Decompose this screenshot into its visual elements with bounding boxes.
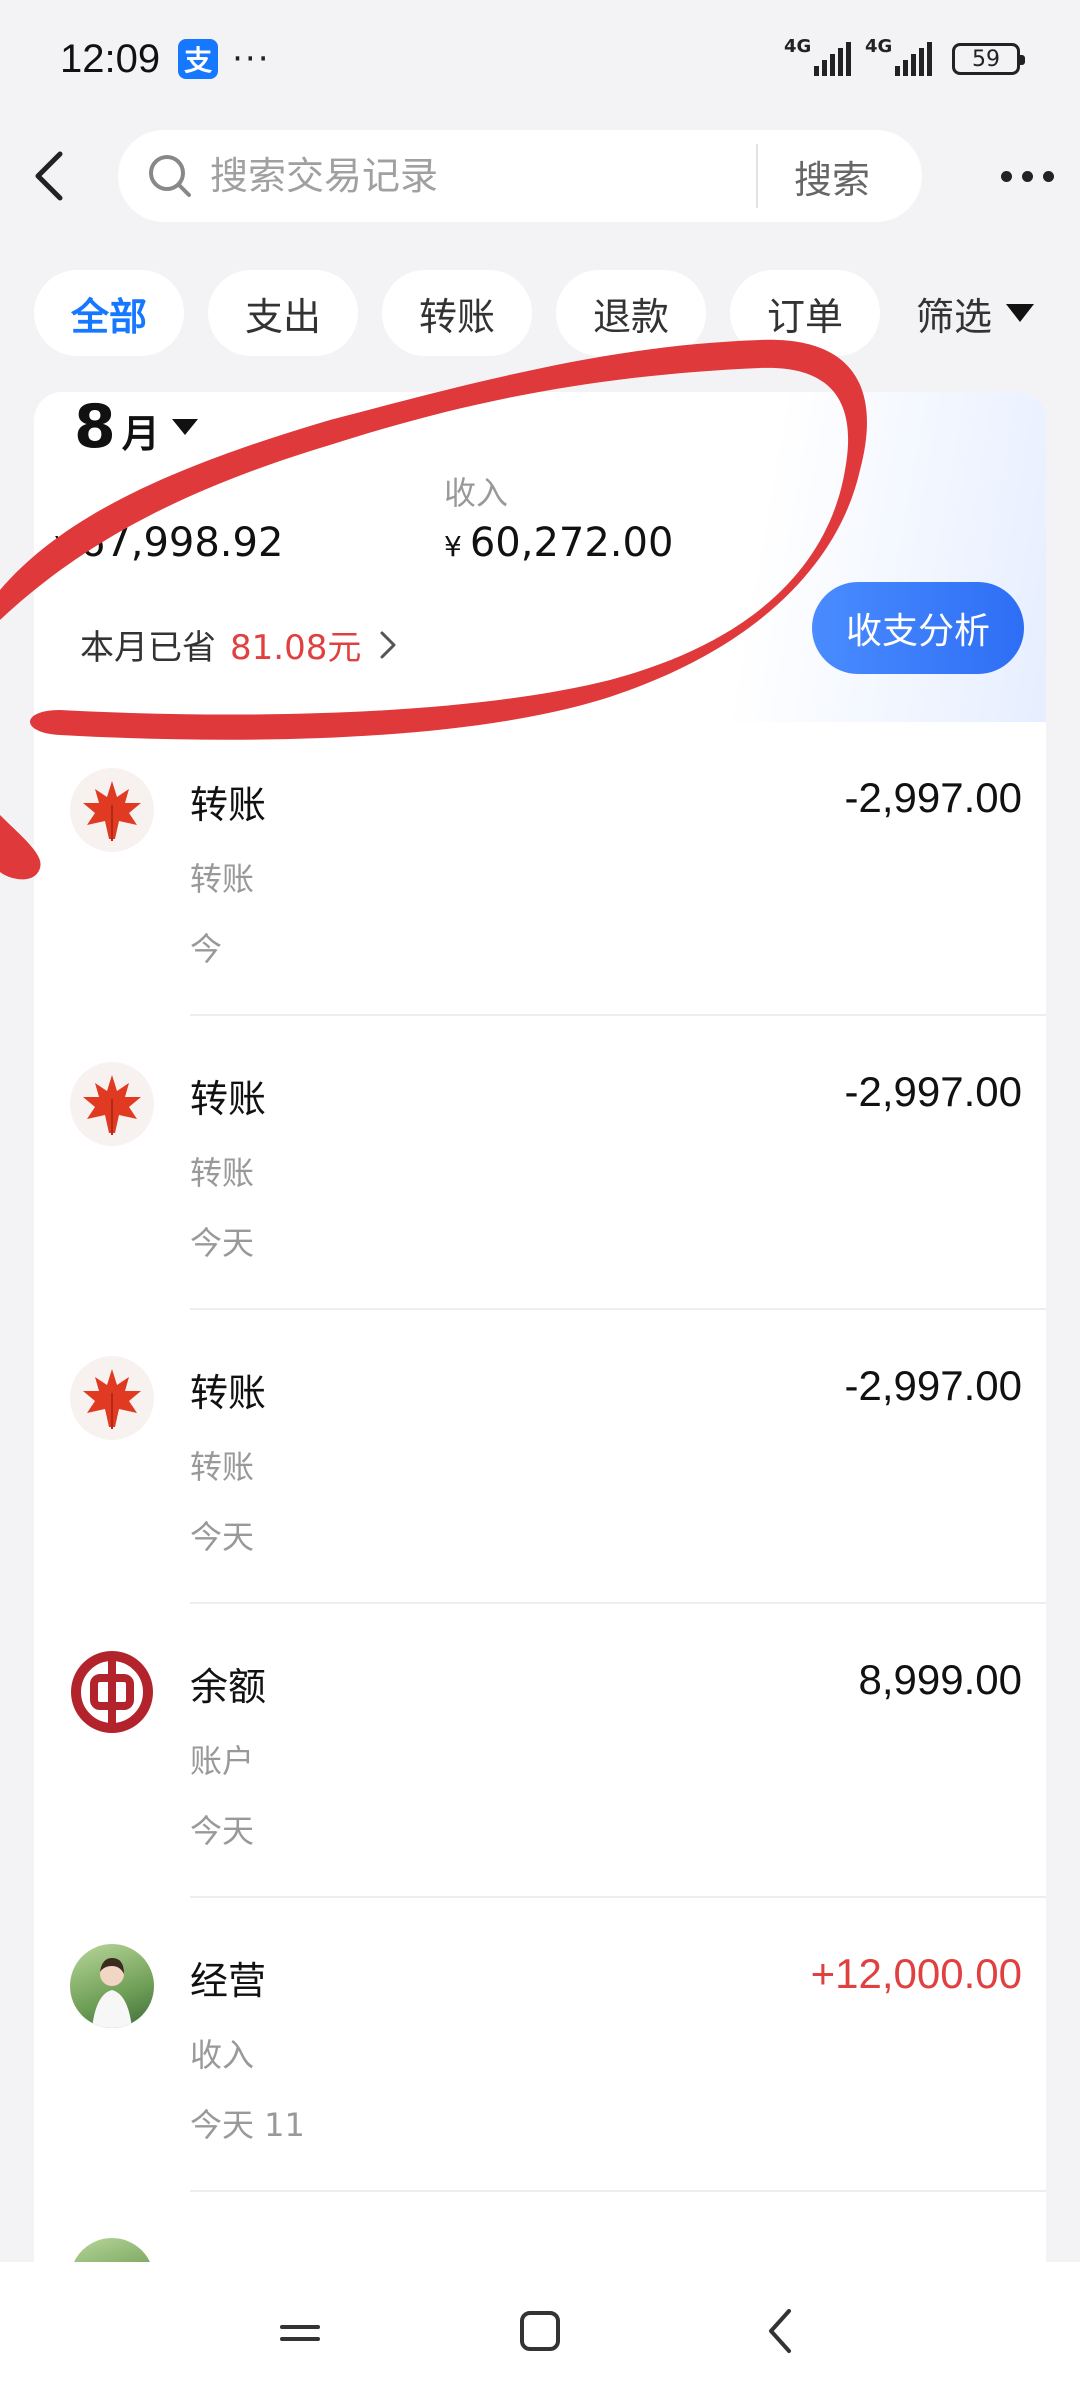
expense-value: 67,998.92 bbox=[79, 520, 284, 566]
system-nav-bar bbox=[0, 2262, 1080, 2400]
menu-nav-button[interactable] bbox=[260, 2291, 340, 2371]
currency-symbol: ¥ bbox=[54, 530, 72, 563]
transaction-row[interactable]: 余额 账户 今天 8,999.00 bbox=[34, 1604, 1046, 1898]
filter-chip-refund[interactable]: 退款 bbox=[556, 270, 706, 356]
filter-dropdown-label: 筛选 bbox=[916, 294, 993, 339]
chevron-right-icon bbox=[379, 630, 397, 660]
home-nav-button[interactable] bbox=[500, 2291, 580, 2371]
maple-leaf-icon bbox=[70, 1062, 154, 1146]
battery-icon: 59 bbox=[952, 43, 1025, 75]
transaction-time: 今天 bbox=[190, 1224, 255, 1262]
month-number: 8 bbox=[74, 392, 116, 462]
saved-label: 本月已省 bbox=[80, 628, 216, 668]
transaction-subtitle: 收入 bbox=[190, 2036, 255, 2074]
search-button[interactable]: 搜索 bbox=[794, 149, 870, 204]
signal-icon: 4G bbox=[784, 36, 851, 76]
back-nav-button[interactable] bbox=[740, 2291, 820, 2371]
notification-more-icon: ··· bbox=[232, 39, 271, 79]
search-input[interactable] bbox=[210, 154, 750, 198]
transaction-row[interactable] bbox=[34, 2192, 1046, 2262]
transaction-amount: +12,000.00 bbox=[810, 1950, 1022, 1997]
status-indicators: 4G 4G 59 bbox=[784, 36, 1025, 76]
person-avatar bbox=[70, 2238, 154, 2262]
transaction-row[interactable]: 转账 转账 今 -2,997.00 bbox=[34, 722, 1046, 1016]
transaction-amount: -2,997.00 bbox=[844, 1068, 1022, 1115]
person-avatar bbox=[70, 1944, 154, 2028]
transaction-row[interactable]: 转账 转账 今天 -2,997.00 bbox=[34, 1310, 1046, 1604]
maple-leaf-icon bbox=[70, 768, 154, 852]
transaction-subtitle: 转账 bbox=[190, 1448, 255, 1486]
transaction-title: 余额 bbox=[190, 1665, 267, 1709]
maple-leaf-icon bbox=[70, 1356, 154, 1440]
filter-chips: 全部 支出 转账 退款 订单 bbox=[34, 270, 880, 356]
search-box[interactable]: 搜索 bbox=[118, 130, 922, 222]
filter-dropdown[interactable]: 筛选 bbox=[916, 270, 1035, 356]
network-type-label: 4G bbox=[784, 36, 812, 57]
transaction-title: 转账 bbox=[190, 1371, 267, 1415]
transaction-title: 经营 bbox=[190, 1959, 267, 2003]
back-arrow-icon bbox=[769, 2309, 791, 2353]
caret-down-icon bbox=[171, 419, 198, 435]
transaction-amount: -2,997.00 bbox=[844, 1362, 1022, 1409]
transaction-subtitle: 账户 bbox=[190, 1742, 255, 1780]
more-options-icon[interactable] bbox=[1001, 170, 1054, 182]
month-unit: 月 bbox=[121, 412, 160, 456]
search-row: 搜索 bbox=[0, 128, 1080, 224]
income-value: 60,272.00 bbox=[469, 520, 674, 566]
home-square-icon bbox=[520, 2311, 560, 2351]
back-arrow-icon bbox=[35, 151, 63, 201]
transaction-title: 转账 bbox=[190, 1077, 267, 1121]
menu-icon bbox=[280, 2325, 320, 2341]
monthly-savings[interactable]: 本月已省 81.08元 bbox=[80, 620, 397, 669]
network-type-label: 4G bbox=[865, 36, 893, 57]
currency-symbol: ¥ bbox=[444, 530, 462, 563]
status-time: 12:09 bbox=[60, 36, 161, 81]
income-label: 收入 bbox=[444, 474, 509, 512]
status-bar: 12:09 支 ··· 4G 4G 59 bbox=[0, 0, 1080, 118]
transaction-time: 今 bbox=[190, 930, 223, 968]
search-icon bbox=[142, 148, 198, 204]
transaction-row[interactable]: 转账 转账 今天 -2,997.00 bbox=[34, 1016, 1046, 1310]
saved-amount: 81.08元 bbox=[230, 628, 362, 668]
income-expense-analysis-button[interactable]: 收支分析 bbox=[811, 582, 1024, 674]
transaction-row[interactable]: 经营 收入 今天 11 +12,000.00 bbox=[34, 1898, 1046, 2192]
search-divider bbox=[756, 144, 758, 208]
transaction-amount: 8,999.00 bbox=[858, 1656, 1023, 1703]
expense-total: ¥67,998.92 bbox=[54, 520, 283, 566]
month-selector[interactable]: 8 月 bbox=[74, 392, 198, 462]
transaction-time: 今天 bbox=[190, 1518, 255, 1556]
back-button[interactable] bbox=[0, 128, 100, 224]
filter-chip-all[interactable]: 全部 bbox=[34, 270, 184, 356]
transaction-subtitle: 转账 bbox=[190, 860, 255, 898]
transaction-time: 今天 11 bbox=[190, 2106, 305, 2144]
transaction-time: 今天 bbox=[190, 1812, 255, 1850]
transaction-title: 转账 bbox=[190, 783, 267, 827]
transaction-amount: -2,997.00 bbox=[844, 774, 1022, 821]
filter-chip-expense[interactable]: 支出 bbox=[208, 270, 358, 356]
signal-icon: 4G bbox=[865, 36, 932, 76]
transaction-subtitle: 转账 bbox=[190, 1154, 255, 1192]
transaction-list: 转账 转账 今 -2,997.00 转账 转账 今天 -2,997.00 转账 … bbox=[34, 722, 1046, 2262]
alipay-icon: 支 bbox=[178, 39, 219, 79]
filter-chip-transfer[interactable]: 转账 bbox=[382, 270, 532, 356]
monthly-summary-card: 8 月 ¥67,998.92 收入 ¥60,272.00 本月已省 81.08元… bbox=[34, 392, 1046, 722]
bank-of-china-icon bbox=[70, 1650, 154, 1734]
filter-chip-order[interactable]: 订单 bbox=[730, 270, 880, 356]
income-total: ¥60,272.00 bbox=[444, 520, 673, 566]
caret-down-icon bbox=[1006, 304, 1035, 322]
